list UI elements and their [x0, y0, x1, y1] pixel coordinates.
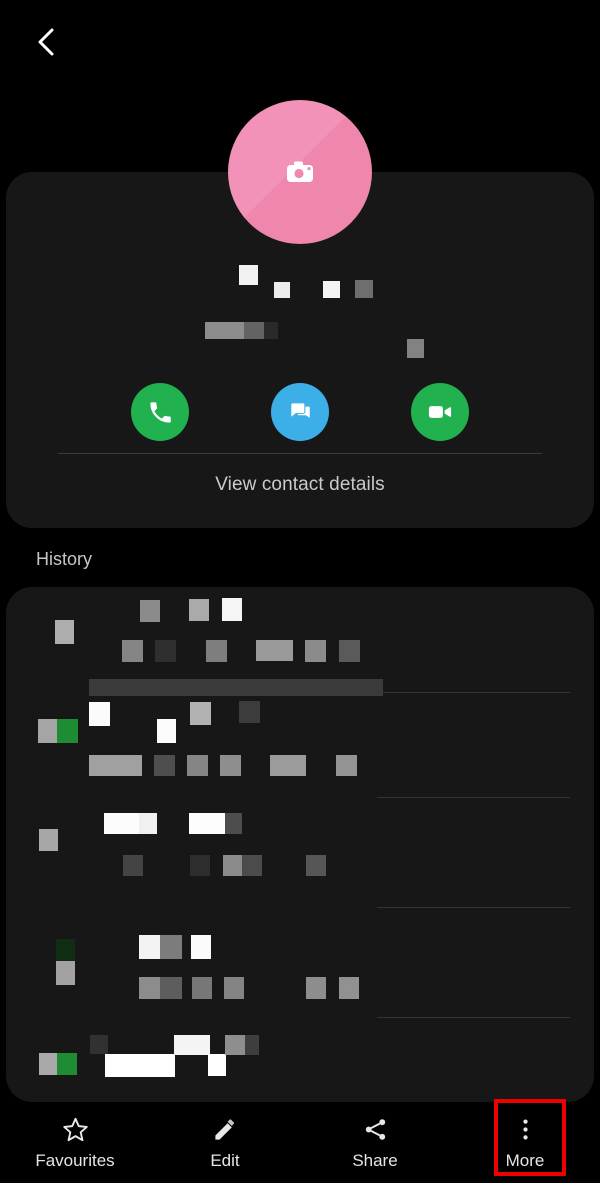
- history-row[interactable]: [6, 587, 594, 696]
- avatar[interactable]: [228, 100, 372, 244]
- chevron-left-icon: [35, 27, 57, 57]
- bottom-navigation: Favourites Edit Share More: [0, 1102, 600, 1183]
- video-camera-icon: [426, 398, 454, 426]
- camera-icon: [285, 159, 315, 185]
- history-section-label: History: [36, 549, 93, 569]
- card-divider: [58, 453, 542, 454]
- history-card: [6, 587, 594, 1102]
- message-icon: [287, 399, 313, 425]
- nav-label-share: Share: [352, 1151, 398, 1170]
- more-vertical-icon: [512, 1114, 539, 1144]
- call-button[interactable]: [131, 383, 189, 441]
- nav-label-more: More: [505, 1151, 545, 1170]
- nav-item-edit[interactable]: Edit: [150, 1102, 300, 1183]
- view-contact-details-link[interactable]: View contact details: [6, 474, 594, 496]
- history-row[interactable]: [6, 1023, 594, 1102]
- back-button[interactable]: [20, 16, 72, 68]
- contact-actions: [6, 383, 594, 441]
- nav-item-more[interactable]: More: [450, 1102, 600, 1183]
- nav-label-edit: Edit: [210, 1151, 240, 1170]
- nav-label-favourites: Favourites: [35, 1151, 115, 1170]
- top-bar: [0, 0, 600, 86]
- phone-icon: [147, 399, 174, 426]
- message-button[interactable]: [271, 383, 329, 441]
- pencil-icon: [212, 1114, 239, 1144]
- history-row[interactable]: [6, 913, 594, 1023]
- history-row[interactable]: [6, 693, 594, 803]
- share-icon: [362, 1114, 389, 1144]
- nav-item-share[interactable]: Share: [300, 1102, 450, 1183]
- video-call-button[interactable]: [411, 383, 469, 441]
- star-icon: [62, 1114, 89, 1144]
- history-row[interactable]: [6, 803, 594, 913]
- nav-item-favourites[interactable]: Favourites: [0, 1102, 150, 1183]
